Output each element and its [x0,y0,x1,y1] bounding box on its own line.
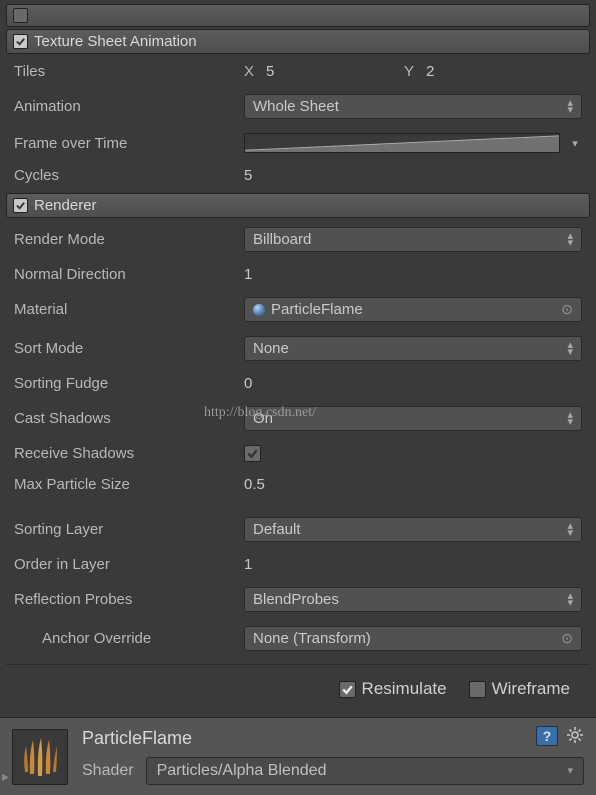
sorting-layer-label: Sorting Layer [14,521,244,538]
normal-direction-label: Normal Direction [14,266,244,283]
wireframe-checkbox[interactable] [469,681,486,698]
gear-icon[interactable] [566,726,584,744]
texture-sheet-checkbox[interactable] [13,34,28,49]
sort-mode-dropdown[interactable]: None ▴▾ [244,336,582,361]
dropdown-arrows-icon: ▴▾ [567,523,573,537]
frame-over-time-row: Frame over Time ▾ [6,126,590,160]
resimulate-toggle[interactable]: Resimulate [339,679,447,699]
normal-direction-field[interactable]: 1 [244,266,252,283]
resimulate-label: Resimulate [362,679,447,699]
dropdown-arrows-icon: ▴▾ [567,100,573,114]
sorting-fudge-label: Sorting Fudge [14,375,244,392]
dropdown-arrows-icon: ▴▾ [567,412,573,426]
renderer-checkbox[interactable] [13,198,28,213]
dropdown-arrows-icon: ▴▾ [567,342,573,356]
normal-direction-row: Normal Direction 1 [6,259,590,290]
order-in-layer-row: Order in Layer 1 [6,549,590,580]
animation-label: Animation [14,98,244,115]
animation-row: Animation Whole Sheet ▴▾ [6,87,590,126]
cast-shadows-row: Cast Shadows http://blog.csdn.net/ On ▴▾ [6,399,590,438]
shader-dropdown[interactable]: Particles/Alpha Blended ▾ [146,757,584,785]
y-label: Y [404,63,414,80]
receive-shadows-checkbox[interactable] [244,445,261,462]
sub-emitters-module-header[interactable] [6,4,590,27]
x-label: X [244,63,254,80]
anchor-override-label: Anchor Override [14,630,244,647]
material-section: ▸ ParticleFlame Shader Particles/Alpha B… [0,717,596,795]
sorting-layer-row: Sorting Layer Default ▴▾ [6,510,590,549]
material-icon [253,304,265,316]
anchor-override-field[interactable]: None (Transform) ⊙ [244,626,582,651]
resimulate-checkbox[interactable] [339,681,356,698]
order-in-layer-field[interactable]: 1 [244,556,252,573]
object-picker-icon[interactable]: ⊙ [561,630,573,647]
expand-arrow-icon[interactable]: ▸ [2,768,9,785]
render-mode-row: Render Mode Billboard ▴▾ [6,220,590,259]
max-particle-size-field[interactable]: 0.5 [244,476,265,493]
sorting-fudge-field[interactable]: 0 [244,375,252,392]
cycles-field[interactable]: 5 [244,167,252,184]
material-field[interactable]: ParticleFlame ⊙ [244,297,582,322]
reflection-probes-row: Reflection Probes BlendProbes ▴▾ [6,580,590,619]
anchor-override-row: Anchor Override None (Transform) ⊙ [6,619,590,658]
help-icon[interactable]: ? [536,726,558,746]
max-particle-size-label: Max Particle Size [14,476,244,493]
material-preview[interactable] [12,729,68,785]
render-mode-label: Render Mode [14,231,244,248]
cycles-row: Cycles 5 [6,160,590,191]
receive-shadows-row: Receive Shadows [6,438,590,469]
object-picker-icon[interactable]: ⊙ [561,301,573,318]
frame-over-time-curve[interactable] [244,133,560,153]
renderer-title: Renderer [34,197,97,214]
reflection-probes-dropdown[interactable]: BlendProbes ▴▾ [244,587,582,612]
texture-sheet-module-header[interactable]: Texture Sheet Animation [6,29,590,54]
wireframe-label: Wireframe [492,679,570,699]
sort-mode-row: Sort Mode None ▴▾ [6,329,590,368]
material-label: Material [14,301,244,318]
tiles-y-field[interactable]: 2 [426,63,434,80]
simulation-options: Resimulate Wireframe [6,664,590,713]
texture-sheet-title: Texture Sheet Animation [34,33,197,50]
render-mode-dropdown[interactable]: Billboard ▴▾ [244,227,582,252]
tiles-x-field[interactable]: 5 [266,63,396,80]
receive-shadows-label: Receive Shadows [14,445,244,462]
tiles-row: Tiles X 5 Y 2 [6,56,590,87]
frame-over-time-label: Frame over Time [14,135,244,152]
max-particle-size-row: Max Particle Size 0.5 [6,469,590,500]
module-checkbox[interactable] [13,8,28,23]
renderer-module-header[interactable]: Renderer [6,193,590,218]
dropdown-arrows-icon: ▴▾ [567,233,573,247]
reflection-probes-label: Reflection Probes [14,591,244,608]
material-name: ParticleFlame [82,728,584,749]
cast-shadows-label: Cast Shadows [14,410,244,427]
curve-options-icon[interactable]: ▾ [568,137,582,150]
cast-shadows-dropdown[interactable]: On ▴▾ [244,406,582,431]
shader-label: Shader [82,762,134,780]
cycles-label: Cycles [14,167,244,184]
order-in-layer-label: Order in Layer [14,556,244,573]
sort-mode-label: Sort Mode [14,340,244,357]
sorting-layer-dropdown[interactable]: Default ▴▾ [244,517,582,542]
tiles-label: Tiles [14,63,244,80]
dropdown-arrows-icon: ▴▾ [567,593,573,607]
dropdown-arrows-icon: ▾ [567,768,573,775]
sorting-fudge-row: Sorting Fudge 0 [6,368,590,399]
wireframe-toggle[interactable]: Wireframe [469,679,570,699]
animation-dropdown[interactable]: Whole Sheet ▴▾ [244,94,582,119]
material-row: Material ParticleFlame ⊙ [6,290,590,329]
